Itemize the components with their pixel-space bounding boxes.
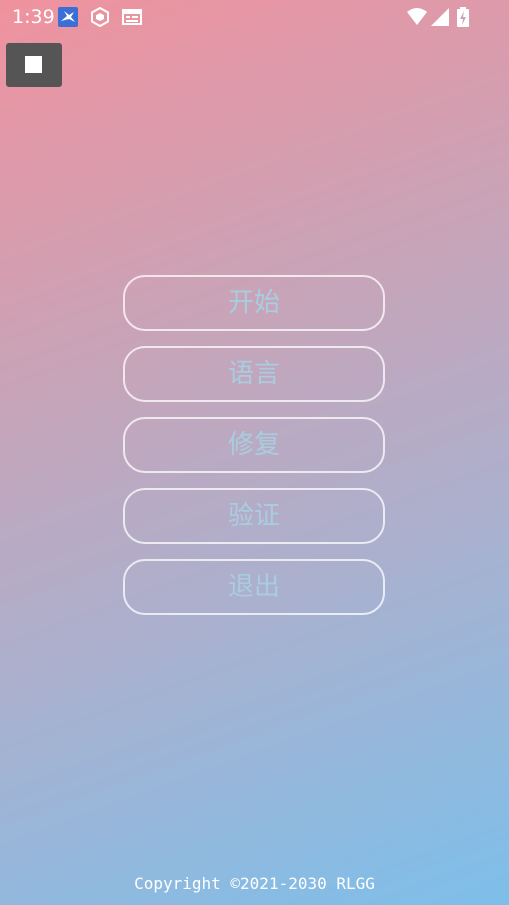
copyright-text: Copyright ©2021-2030 RLGG — [134, 874, 375, 893]
status-bar: 1:39 — [0, 0, 509, 34]
bird-app-icon — [58, 7, 78, 27]
wifi-icon — [407, 8, 427, 25]
battery-charging-icon — [457, 7, 469, 27]
main-menu: 开始 语言 修复 验证 退出 — [123, 275, 385, 630]
status-clock: 1:39 — [12, 6, 55, 28]
language-button[interactable]: 语言 — [123, 346, 385, 402]
signal-icon — [431, 8, 449, 26]
calendar-app-icon — [122, 9, 142, 25]
cube-app-icon — [91, 7, 109, 27]
stop-button[interactable] — [6, 43, 62, 87]
stop-icon — [25, 56, 42, 73]
start-button[interactable]: 开始 — [123, 275, 385, 331]
repair-button[interactable]: 修复 — [123, 417, 385, 473]
verify-button[interactable]: 验证 — [123, 488, 385, 544]
exit-button[interactable]: 退出 — [123, 559, 385, 615]
